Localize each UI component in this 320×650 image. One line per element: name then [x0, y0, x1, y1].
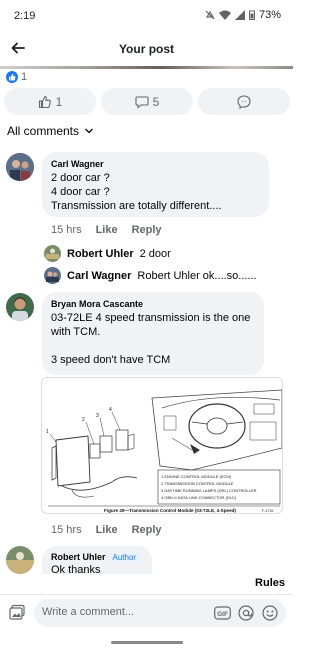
comment-filter[interactable]: All comments [7, 124, 94, 138]
comment-body: 03-72LE 4 speed transmission is the one … [51, 311, 250, 367]
reply-text: Robert Uhler ok....so...... [137, 269, 257, 282]
comment-bubble: Bryan Mora Cascante 03-72LE 4 speed tran… [42, 292, 264, 375]
comment-author[interactable]: Robert Uhler [51, 552, 106, 562]
messenger-icon [237, 94, 251, 109]
diagram-attachment[interactable]: 1 2 3 4 1 ENGINE CONTROL MODULE (ECM) 2 … [41, 377, 283, 514]
battery-percent: 73% [258, 9, 281, 21]
header: Your post [0, 34, 293, 64]
reaction-summary[interactable]: 1 [6, 71, 27, 83]
smiley-icon[interactable] [262, 605, 278, 621]
reply-text: 2 door [139, 247, 171, 260]
speech-bubble-icon [135, 95, 149, 109]
divider [0, 594, 293, 595]
comment-reply-button[interactable]: Reply [132, 224, 162, 236]
post-image-strip [0, 66, 293, 69]
comment-meta: 15 hrs Like Reply [51, 524, 162, 536]
callout-label: 2 [82, 417, 85, 423]
transmission-diagram: 1 2 3 4 1 ENGINE CONTROL MODULE (ECM) 2 … [46, 389, 282, 513]
svg-text:GIF: GIF [217, 611, 228, 618]
comment-count: 5 [152, 94, 160, 109]
like-reaction-icon [6, 71, 18, 83]
comment-text: Ok thanks [51, 564, 101, 574]
gesture-bar [111, 641, 183, 644]
comment-input[interactable]: Write a comment... GIF [34, 599, 286, 627]
status-icons: 73% [205, 9, 281, 21]
callout-label: 4 [109, 407, 112, 413]
comment-meta: 15 hrs Like Reply [51, 224, 162, 236]
callout-label: 1 [46, 429, 49, 435]
author-badge: Author [109, 553, 140, 562]
avatar [44, 245, 61, 262]
page-title: Your post [118, 42, 175, 56]
comment-text: 3 speed don't have TCM [51, 354, 171, 366]
comment-like-button[interactable]: Like [96, 524, 118, 536]
callout-label: 3 [96, 413, 99, 419]
reaction-count: 1 [21, 71, 28, 83]
legend-item: 2 TRANSMISSION CONTROL MODULE [161, 481, 234, 486]
status-time: 2:19 [14, 10, 36, 22]
legend-item: 4 OBD-II DATA LINK CONNECTOR (DLC) [161, 495, 237, 500]
comment-text: 2 door car ? [51, 172, 110, 184]
comment-filter-label: All comments [7, 124, 80, 138]
messenger-share-button[interactable] [198, 88, 290, 115]
comment-button[interactable]: 5 [101, 88, 193, 115]
reply-item[interactable]: Carl Wagner Robert Uhler ok....so...... [44, 267, 257, 284]
avatar [44, 267, 61, 284]
legend-item: 1 ENGINE CONTROL MODULE (ECM) [161, 474, 232, 479]
at-icon[interactable] [238, 605, 254, 621]
signal-icon [234, 10, 245, 20]
comment-like-button[interactable]: Like [96, 224, 118, 236]
comment-bubble: Robert Uhler Author Ok thanks [42, 546, 152, 574]
gif-icon[interactable]: GIF [214, 605, 231, 621]
comment-author[interactable]: Carl Wagner [51, 159, 104, 169]
comment-text: Transmission are totally different.... [51, 200, 222, 212]
thumbs-up-icon [38, 95, 51, 108]
comment-text: with TCM. [51, 326, 101, 338]
diagram-code: F-4735 [262, 509, 273, 513]
comment-bubble: Carl Wagner 2 door car ? 4 door car ? Tr… [42, 152, 269, 217]
avatar[interactable] [6, 546, 34, 574]
photo-icon[interactable] [9, 604, 26, 621]
dnd-icon [205, 10, 215, 20]
diagram-caption: Figure 29—Transmission Control Module (0… [104, 508, 236, 513]
reply-author[interactable]: Robert Uhler [67, 248, 134, 260]
comment-body: 2 door car ? 4 door car ? Transmission a… [51, 171, 222, 213]
battery-icon [248, 10, 255, 20]
avatar[interactable] [6, 293, 34, 321]
comment-author-line: Robert Uhler Author [51, 552, 140, 562]
comment-text: 03-72LE 4 speed transmission is the one [51, 312, 251, 324]
like-count: 1 [55, 94, 63, 109]
comment-input-placeholder: Write a comment... [42, 606, 135, 618]
comment-author[interactable]: Bryan Mora Cascante [51, 299, 143, 309]
avatar[interactable] [6, 153, 34, 181]
reply-item[interactable]: Robert Uhler 2 door [44, 245, 171, 262]
comment-reply-button[interactable]: Reply [132, 524, 162, 536]
status-bar: 2:19 73% [0, 0, 293, 34]
reply-author[interactable]: Carl Wagner [67, 270, 131, 282]
legend-item: 3 DAYTIME RUNNING LAMPS (DRL) CONTROLLER [161, 488, 257, 493]
chevron-down-icon [85, 128, 93, 134]
wifi-icon [218, 10, 231, 20]
comment-text: 4 door car ? [51, 186, 110, 198]
comment-time[interactable]: 15 hrs [51, 524, 82, 536]
like-button[interactable]: 1 [4, 88, 96, 115]
rules-link[interactable]: Rules [255, 577, 285, 589]
comment-time[interactable]: 15 hrs [51, 224, 82, 236]
